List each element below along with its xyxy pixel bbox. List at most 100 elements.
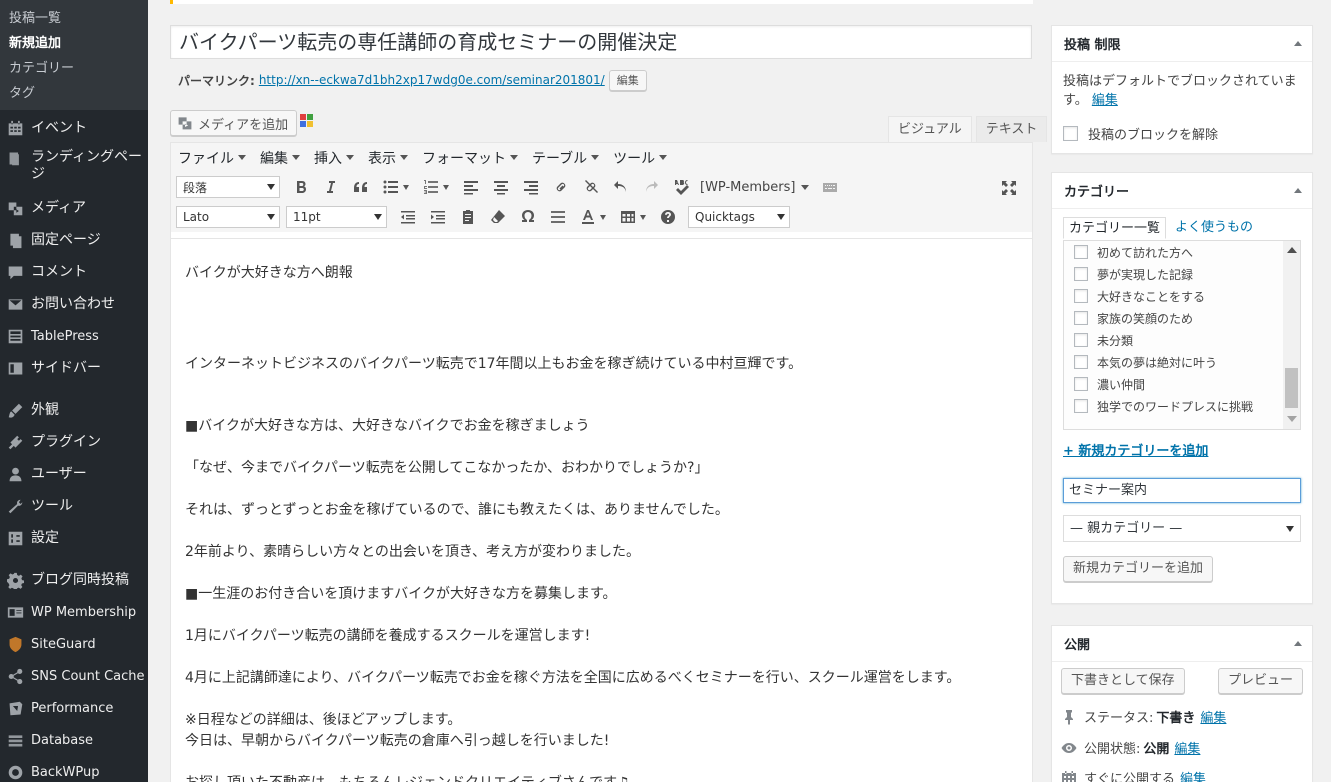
permalink-edit-button[interactable]: 編集 [608,69,647,91]
category-item[interactable]: 大好きなことをする [1064,285,1300,307]
category-scrollbar[interactable] [1283,241,1300,429]
add-media-button[interactable]: メディアを追加 [170,110,298,136]
special-character-button[interactable] [513,205,543,229]
category-item[interactable]: 濃い仲間 [1064,373,1300,395]
menu-tools[interactable]: ツール [606,148,674,168]
category-checkbox[interactable] [1074,245,1088,259]
collapse-arrow-icon[interactable] [1294,641,1302,646]
clear-formatting-button[interactable] [483,205,513,229]
menu-format[interactable]: フォーマット [415,148,525,168]
sidebar-item-database[interactable]: Database [0,724,148,756]
scroll-up-arrow-icon[interactable] [1287,247,1297,253]
collapse-arrow-icon[interactable] [1294,188,1302,193]
category-checkbox[interactable] [1074,311,1088,325]
add-category-button[interactable]: 新規カテゴリーを追加 [1063,556,1214,582]
menu-insert[interactable]: 挿入 [307,148,361,168]
format-select[interactable]: 段落 [176,176,280,198]
indent-button[interactable] [423,205,453,229]
color-palette-icon[interactable] [300,114,313,127]
scrollbar-thumb[interactable] [1285,368,1298,408]
sidebar-item-users[interactable]: ユーザー [0,458,148,490]
category-checkbox[interactable] [1074,399,1088,413]
tab-visual[interactable]: ビジュアル [888,116,972,142]
font-size-select[interactable]: 11pt [286,206,387,228]
menu-edit[interactable]: 編集 [253,148,307,168]
category-item[interactable]: 未分類 [1064,329,1300,351]
horizontal-line-button[interactable] [543,205,573,229]
fullscreen-button[interactable] [994,176,1024,200]
scroll-down-arrow-icon[interactable] [1287,416,1297,422]
numbered-list-button[interactable] [416,175,456,199]
align-right-button[interactable] [516,175,546,199]
sidebar-item-blog-crosspost[interactable]: ブログ同時投稿 [0,564,148,596]
status-edit-link[interactable]: 編集 [1200,707,1226,726]
sidebar-item-sidebar[interactable]: サイドバー [0,352,148,384]
tab-popular-categories[interactable]: よく使うもの [1170,217,1258,239]
insert-link-button[interactable] [546,175,576,199]
editor-content-area[interactable]: バイクが大好きな方へ朗報 インターネットビジネスのバイクパーツ転売で17年間以上… [171,238,1032,782]
sidebar-item-backwpup[interactable]: BackWPup [0,756,148,782]
new-category-input[interactable]: セミナー案内 [1063,478,1301,503]
category-item[interactable]: 独学でのワードプレスに挑戦 [1064,395,1300,417]
post-title-input[interactable]: バイクパーツ転売の専任講師の育成セミナーの開催決定 [170,25,1032,59]
save-draft-button[interactable]: 下書きとして保存 [1061,668,1185,694]
sidebar-item-tablepress[interactable]: TablePress [0,320,148,352]
category-checkbox[interactable] [1074,377,1088,391]
sidebar-item-appearance[interactable]: 外観 [0,394,148,426]
sidebar-item-event[interactable]: イベント [0,112,148,144]
sidebar-item-sns-count-cache[interactable]: SNS Count Cache [0,660,148,692]
permalink-url-link[interactable]: http://xn--eckwa7d1bh2xp17wdg0e.com/semi… [259,73,605,87]
sidebar-item-settings[interactable]: 設定 [0,522,148,554]
sidebar-item-siteguard[interactable]: SiteGuard [0,628,148,660]
category-checkbox[interactable] [1074,289,1088,303]
redo-button[interactable] [636,175,666,199]
submenu-add-new[interactable]: 新規追加 [0,31,148,56]
outdent-button[interactable] [393,205,423,229]
paste-text-button[interactable] [453,205,483,229]
category-item[interactable]: 家族の笑顔のため [1064,307,1300,329]
submenu-categories[interactable]: カテゴリー [0,56,148,81]
sidebar-item-plugins[interactable]: プラグイン [0,426,148,458]
parent-category-select[interactable]: — 親カテゴリー — [1063,515,1301,542]
postbox-header[interactable]: 公開 [1052,626,1312,662]
category-item[interactable]: 本気の夢は絶対に叶う [1064,351,1300,373]
align-center-button[interactable] [486,175,516,199]
restriction-edit-link[interactable]: 編集 [1092,93,1118,108]
unblock-post-checkbox[interactable] [1063,126,1078,141]
align-left-button[interactable] [456,175,486,199]
font-family-select[interactable]: Lato [176,206,280,228]
undo-button[interactable] [606,175,636,199]
category-item[interactable]: 夢が実現した記録 [1064,263,1300,285]
blockquote-button[interactable] [346,175,376,199]
sidebar-item-contact[interactable]: お問い合わせ [0,288,148,320]
remove-link-button[interactable] [576,175,606,199]
menu-table[interactable]: テーブル [525,148,606,168]
category-item[interactable]: 初めて訪れた方へ [1064,241,1300,263]
menu-file[interactable]: ファイル [171,148,253,168]
sidebar-item-tools[interactable]: ツール [0,490,148,522]
submenu-all-posts[interactable]: 投稿一覧 [0,6,148,31]
category-checkbox[interactable] [1074,267,1088,281]
italic-button[interactable] [316,175,346,199]
visibility-edit-link[interactable]: 編集 [1174,738,1200,757]
text-color-button[interactable] [573,205,613,229]
sidebar-item-comments[interactable]: コメント [0,256,148,288]
sidebar-item-wp-membership[interactable]: WP Membership [0,596,148,628]
add-new-category-link[interactable]: + 新規カテゴリーを追加 [1063,440,1208,459]
bullet-list-button[interactable] [376,175,416,199]
postbox-header[interactable]: 投稿 制限 [1052,26,1312,62]
postbox-header[interactable]: カテゴリー [1052,173,1312,209]
bold-button[interactable] [286,175,316,199]
table-button[interactable] [613,205,653,229]
quicktags-select[interactable]: Quicktags [688,206,790,228]
sidebar-item-media[interactable]: メディア [0,192,148,224]
preview-button[interactable]: プレビュー [1217,668,1303,694]
sidebar-item-landing-pages[interactable]: ランディングページ [0,144,148,192]
keyboard-button[interactable] [815,175,845,199]
sidebar-item-performance[interactable]: Performance [0,692,148,724]
submenu-tags[interactable]: タグ [0,81,148,106]
collapse-arrow-icon[interactable] [1294,41,1302,46]
help-button[interactable] [653,205,683,229]
sidebar-item-pages[interactable]: 固定ページ [0,224,148,256]
menu-view[interactable]: 表示 [361,148,415,168]
